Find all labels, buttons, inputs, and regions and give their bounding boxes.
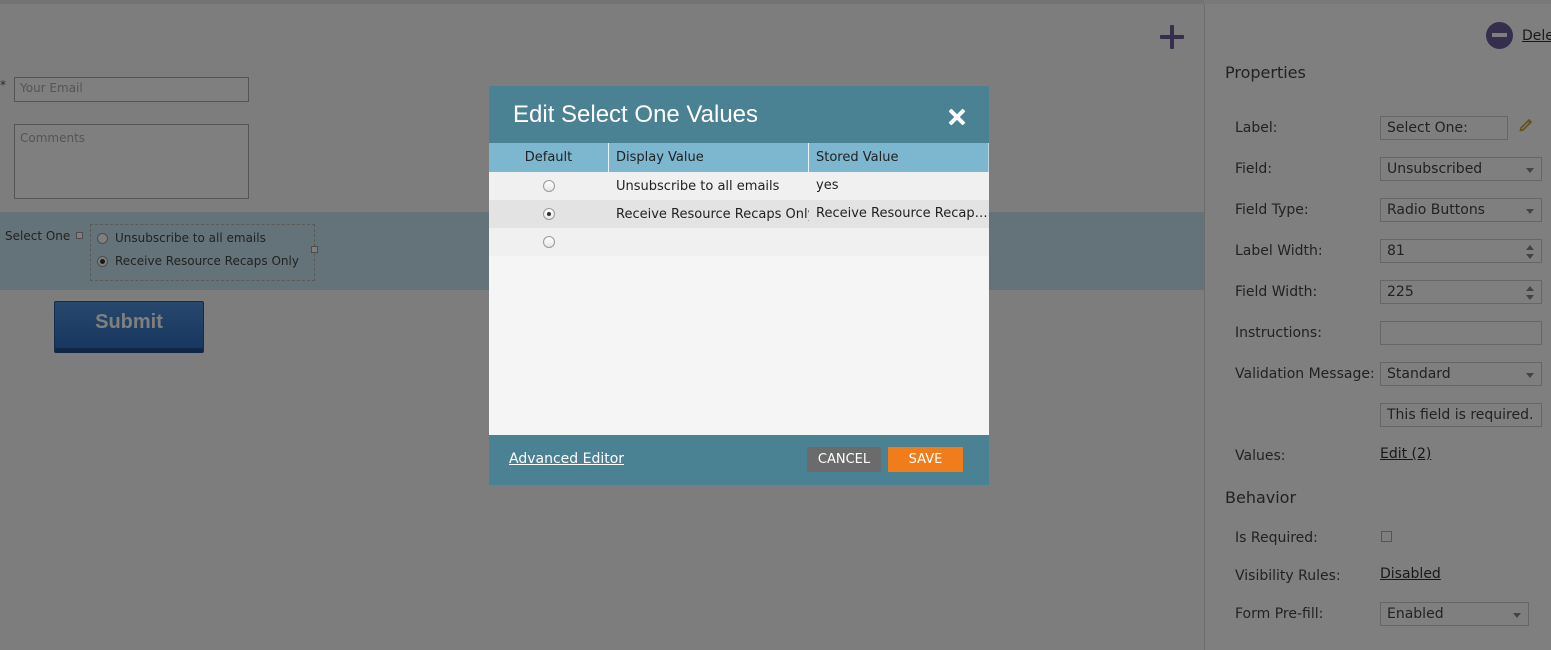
dialog-footer: Advanced Editor CANCEL SAVE [489, 435, 989, 485]
values-grid-header: Default Display Value Stored Value [489, 143, 989, 172]
default-radio[interactable] [543, 208, 555, 220]
edit-values-dialog: Edit Select One Values Default Display V… [489, 86, 989, 485]
cancel-button[interactable]: CANCEL [807, 447, 881, 472]
table-row[interactable]: Receive Resource Recaps Only Receive Res… [489, 200, 989, 228]
default-cell[interactable] [489, 228, 609, 256]
stored-value-cell[interactable]: yes [809, 172, 989, 200]
stored-value-cell[interactable] [809, 228, 989, 256]
column-header-stored-value[interactable]: Stored Value [809, 143, 989, 172]
close-icon[interactable] [948, 108, 966, 126]
values-grid: Unsubscribe to all emails yes Receive Re… [489, 172, 989, 256]
table-row[interactable] [489, 228, 989, 256]
dialog-header: Edit Select One Values [489, 86, 989, 143]
dialog-title: Edit Select One Values [513, 101, 759, 128]
display-value-cell[interactable]: Receive Resource Recaps Only [609, 200, 809, 228]
column-header-display-value[interactable]: Display Value [609, 143, 809, 172]
table-row[interactable]: Unsubscribe to all emails yes [489, 172, 989, 200]
default-radio[interactable] [543, 236, 555, 248]
advanced-editor-link[interactable]: Advanced Editor [509, 451, 624, 467]
default-radio[interactable] [543, 180, 555, 192]
column-header-default[interactable]: Default [489, 143, 609, 172]
stored-value-cell[interactable]: Receive Resource Recaps Only [809, 200, 989, 228]
default-cell[interactable] [489, 172, 609, 200]
save-button[interactable]: SAVE [888, 447, 963, 472]
display-value-cell[interactable] [609, 228, 809, 256]
display-value-cell[interactable]: Unsubscribe to all emails [609, 172, 809, 200]
default-cell[interactable] [489, 200, 609, 228]
